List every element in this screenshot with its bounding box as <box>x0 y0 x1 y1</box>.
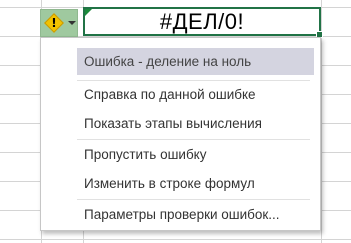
menu-item-ignore-error[interactable]: Пропустить ошибку <box>77 141 314 168</box>
menu-item-label: Изменить в строке формул <box>84 176 255 191</box>
cell-value: #ДЕЛ/0! <box>159 8 245 34</box>
menu-item-error-help[interactable]: Справка по данной ошибке <box>77 81 314 108</box>
menu-item-error-checking-options[interactable]: Параметры проверки ошибок... <box>77 201 314 228</box>
warning-diamond-icon: ! <box>44 13 64 33</box>
menu-item-label: Справка по данной ошибке <box>84 87 256 102</box>
menu-separator <box>77 199 310 200</box>
menu-separator <box>77 139 310 140</box>
error-options-button[interactable]: ! <box>40 9 78 37</box>
menu-item-label: Показать этапы вычисления <box>84 116 262 131</box>
grid-line-horizontal <box>0 239 351 240</box>
error-indicator-triangle <box>85 9 92 16</box>
menu-header-label: Ошибка - деление на ноль <box>84 54 252 69</box>
error-options-menu: Ошибка - деление на ноль Справка по данн… <box>40 37 321 231</box>
menu-item-show-calc-steps[interactable]: Показать этапы вычисления <box>77 110 314 137</box>
active-cell[interactable]: #ДЕЛ/0! <box>83 7 323 38</box>
menu-item-label: Пропустить ошибку <box>84 147 207 162</box>
dropdown-arrow-icon <box>68 21 76 25</box>
menu-item-edit-in-formula-bar[interactable]: Изменить в строке формул <box>77 170 314 197</box>
menu-header-error-type: Ошибка - деление на ноль <box>77 48 314 75</box>
menu-item-label: Параметры проверки ошибок... <box>84 207 280 222</box>
